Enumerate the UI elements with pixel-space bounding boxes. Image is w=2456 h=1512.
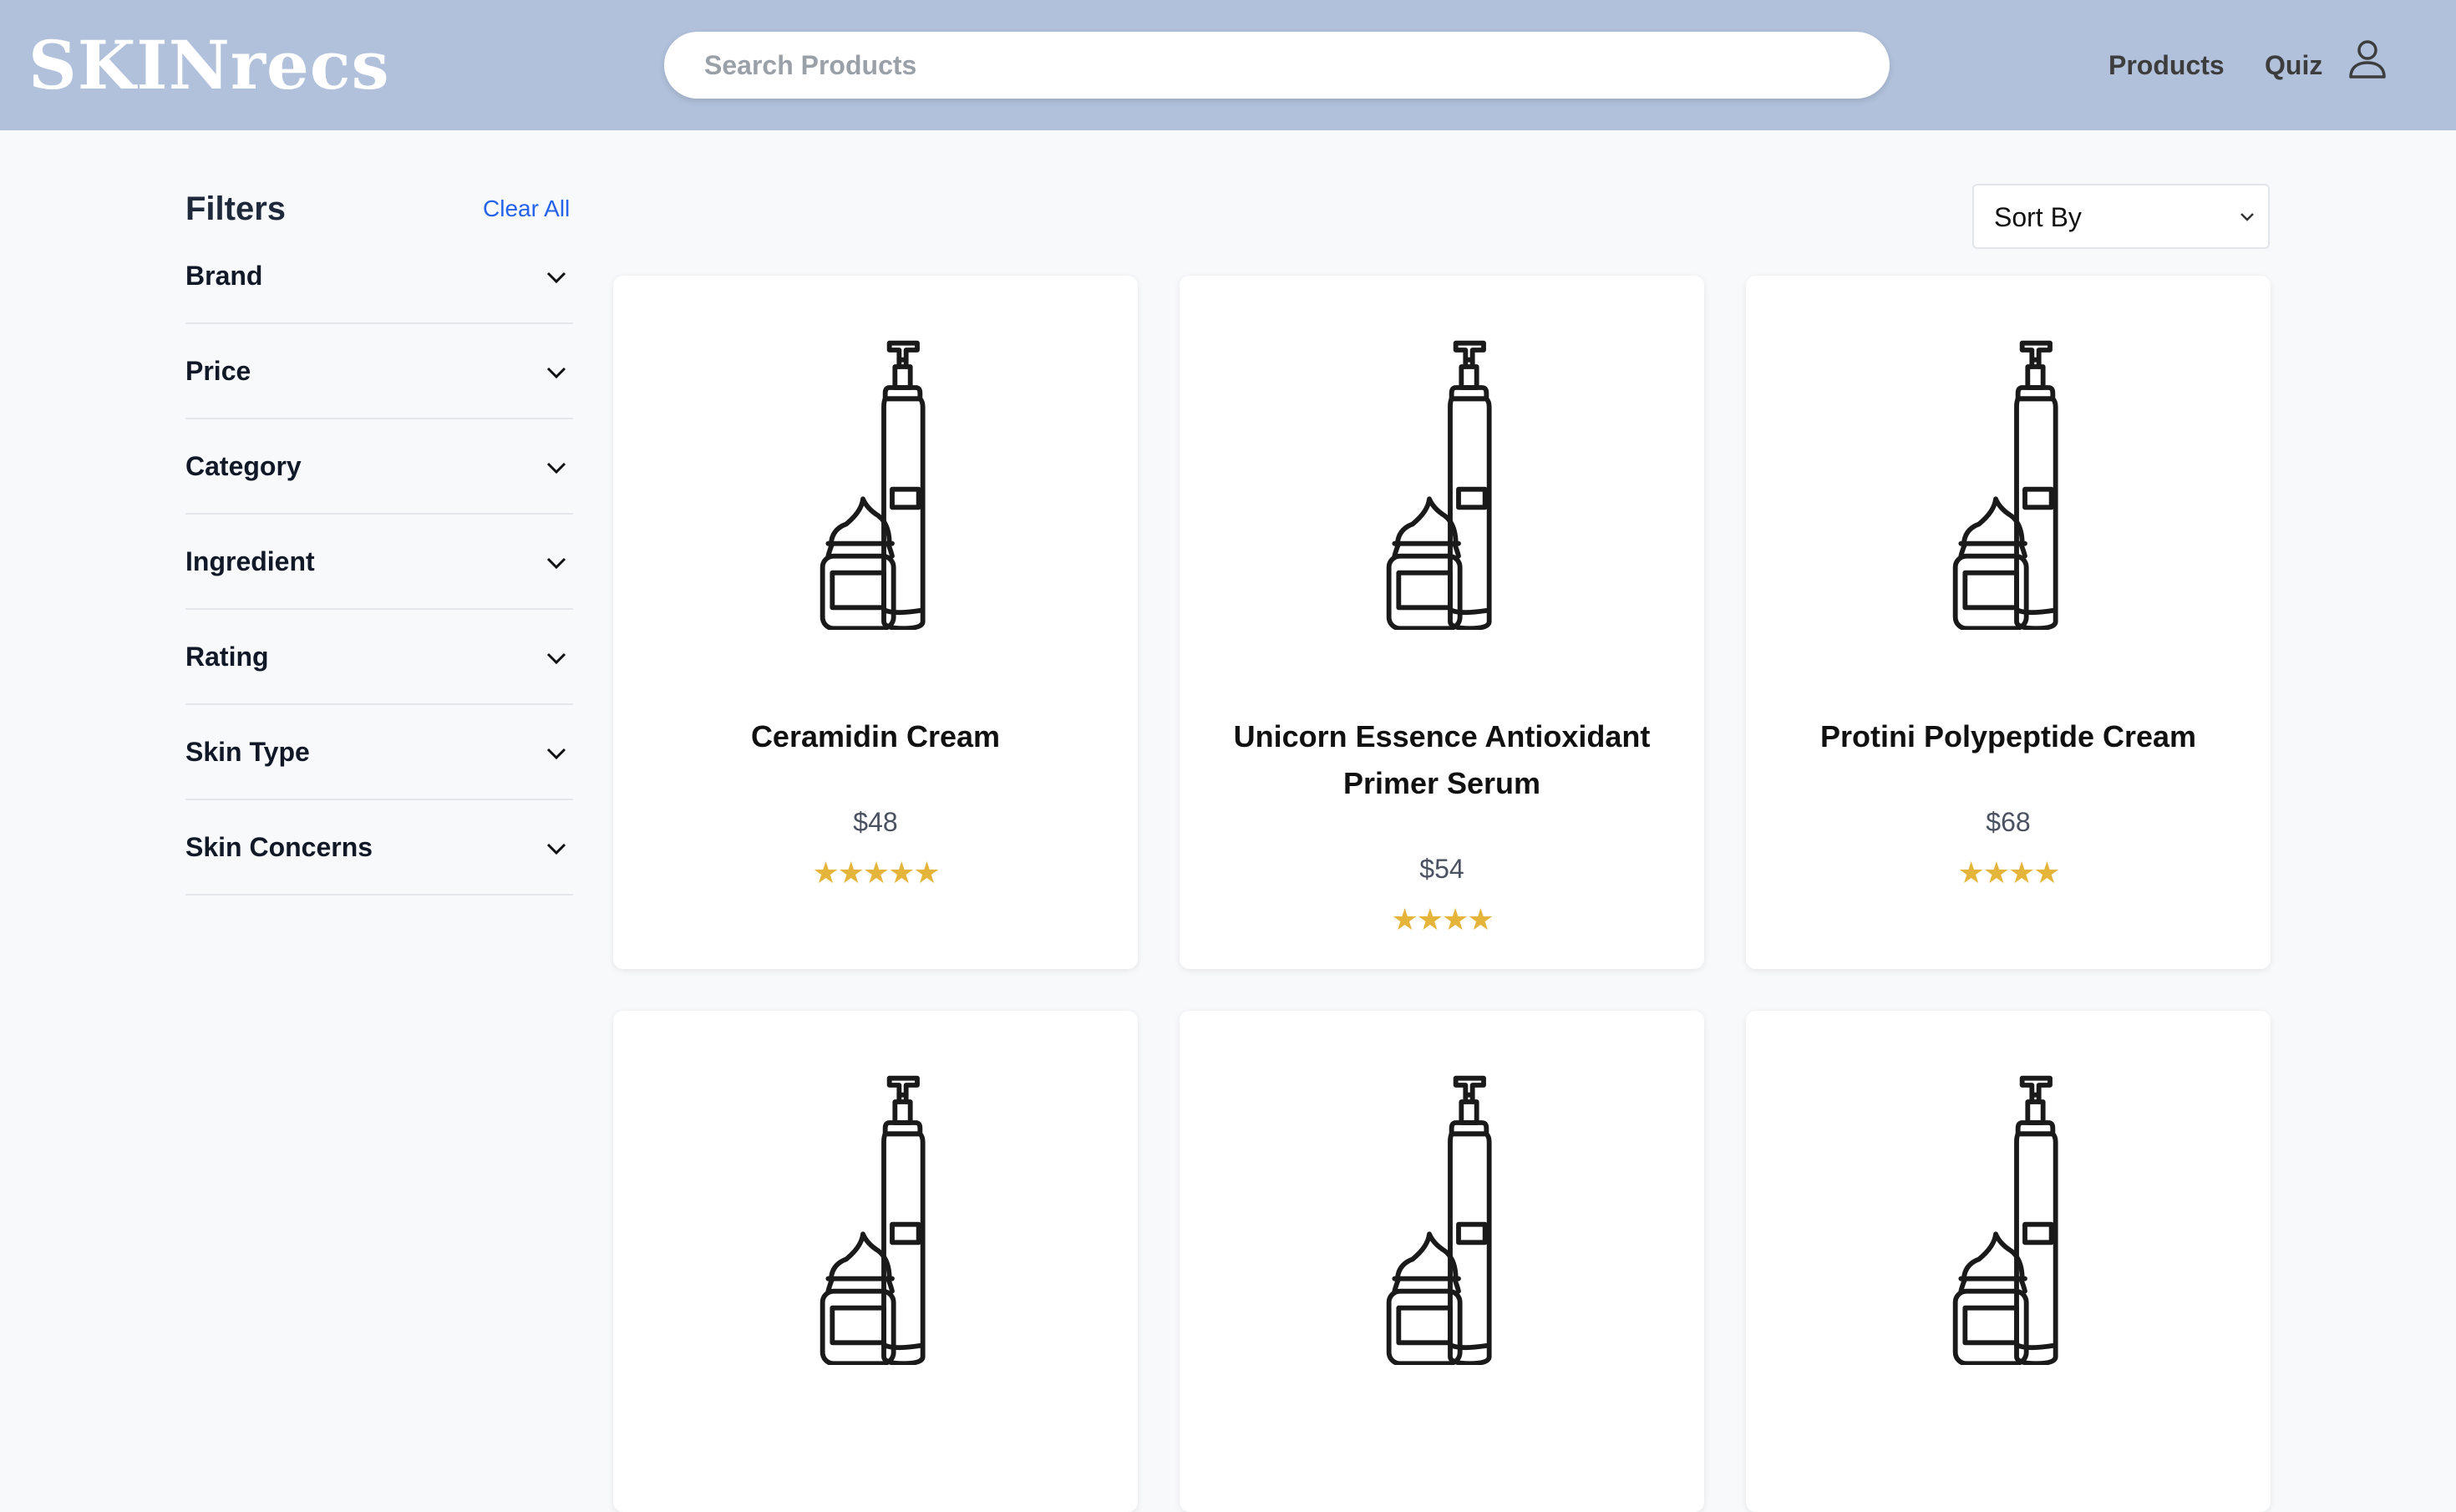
chevron-down-icon	[546, 652, 566, 665]
skincare-product-icon	[1343, 1073, 1540, 1365]
filter-skin-type[interactable]: Skin Type	[185, 705, 573, 800]
rating-stars: ★★★★	[1957, 856, 2060, 890]
rating-stars: ★★★★★	[812, 856, 940, 890]
user-icon[interactable]	[2348, 38, 2387, 80]
chevron-down-icon	[546, 271, 566, 284]
chevron-down-icon	[546, 557, 566, 570]
skincare-product-icon	[1910, 1073, 2107, 1365]
site-logo[interactable]: SKINrecs	[28, 23, 390, 107]
filter-label: Skin Concerns	[185, 832, 373, 862]
nav-products-link[interactable]: Products	[2108, 45, 2225, 85]
product-card[interactable]	[1746, 1011, 2271, 1512]
product-name: Unicorn Essence Antioxidant Primer Serum	[1233, 719, 1651, 800]
product-price: $54	[1419, 854, 1464, 884]
filter-label: Price	[185, 356, 251, 386]
chevron-down-icon	[546, 843, 566, 855]
filter-label: Rating	[185, 642, 269, 672]
filter-label: Brand	[185, 261, 263, 291]
product-price: $48	[853, 807, 898, 837]
search-input[interactable]	[664, 32, 1890, 99]
product-card[interactable]: Unicorn Essence Antioxidant Primer Serum…	[1180, 276, 1704, 969]
skincare-product-icon	[1910, 337, 2107, 630]
skincare-product-icon	[777, 337, 974, 630]
sort-by-label: Sort By	[1994, 202, 2082, 232]
filter-label: Ingredient	[185, 546, 315, 576]
filter-ingredient[interactable]: Ingredient	[185, 515, 573, 610]
rating-stars: ★★★★	[1391, 903, 1494, 937]
product-name: Ceramidin Cream	[750, 719, 1001, 753]
filter-label: Category	[185, 451, 302, 481]
product-card[interactable]	[613, 1011, 1138, 1512]
filter-price[interactable]: Price	[185, 324, 573, 419]
filter-label: Skin Type	[185, 737, 310, 767]
filter-brand[interactable]: Brand	[185, 239, 573, 324]
chevron-down-icon	[546, 462, 566, 474]
filter-category[interactable]: Category	[185, 419, 573, 515]
chevron-down-icon	[546, 748, 566, 760]
chevron-down-icon	[546, 367, 566, 379]
skincare-product-icon	[777, 1073, 974, 1365]
product-card[interactable]: Protini Polypeptide Cream $68 ★★★★	[1746, 276, 2271, 969]
top-navbar: SKINrecs Products Quiz	[0, 0, 2456, 130]
sort-by-select[interactable]: Sort By	[1972, 184, 2270, 249]
nav-quiz-link[interactable]: Quiz	[2265, 45, 2322, 85]
filter-list: Brand Price Category Ingredient Rating S…	[185, 239, 573, 896]
product-name: Protini Polypeptide Cream	[1819, 719, 2197, 753]
clear-all-button[interactable]: Clear All	[483, 192, 570, 226]
skincare-product-icon	[1343, 337, 1540, 630]
filters-title: Filters	[185, 190, 287, 227]
chevron-down-icon	[2240, 213, 2254, 221]
filter-skin-concerns[interactable]: Skin Concerns	[185, 800, 573, 896]
product-card[interactable]: Ceramidin Cream $48 ★★★★★	[613, 276, 1138, 969]
product-price: $68	[1986, 807, 2031, 837]
product-card[interactable]	[1180, 1011, 1704, 1512]
filter-rating[interactable]: Rating	[185, 610, 573, 705]
